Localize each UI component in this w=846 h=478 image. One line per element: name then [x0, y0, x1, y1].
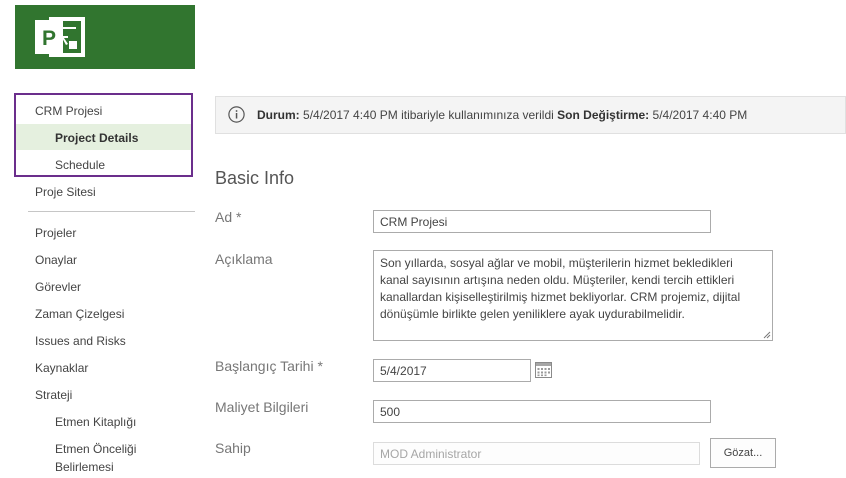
- nav-item-driver-prioritization-line1: Etmen Önceliği: [55, 442, 137, 456]
- svg-text:P: P: [42, 27, 56, 50]
- description-textarea[interactable]: Son yıllarda, sosyal ağlar ve mobil, müş…: [373, 250, 773, 341]
- nav-item-strategy[interactable]: Strateji: [35, 387, 72, 403]
- info-icon: [228, 106, 245, 123]
- owner-label: Sahip: [215, 440, 251, 456]
- nav-item-approvals[interactable]: Onaylar: [35, 252, 77, 268]
- start-date-label: Başlangıç Tarihi *: [215, 358, 323, 374]
- name-input[interactable]: CRM Projesi: [373, 210, 711, 233]
- nav-item-driver-prioritization[interactable]: Etmen Önceliği Belirlemesi: [55, 441, 136, 475]
- nav-project-name[interactable]: CRM Projesi: [35, 103, 102, 119]
- nav-divider: [28, 211, 195, 212]
- nav-item-driver-prioritization-line2: Belirlemesi: [55, 460, 114, 474]
- nav-schedule[interactable]: Schedule: [55, 157, 105, 173]
- status-label: Durum:: [257, 108, 300, 122]
- project-logo: P: [15, 5, 195, 69]
- cost-label: Maliyet Bilgileri: [215, 399, 309, 415]
- description-line-4: dönüşümle birlikte gelen yeniliklere aya…: [380, 307, 685, 321]
- section-title: Basic Info: [215, 168, 295, 188]
- last-modified-label: Son Değiştirme:: [557, 108, 650, 122]
- nav-project-site[interactable]: Proje Sitesi: [35, 184, 96, 200]
- owner-input[interactable]: MOD Administrator: [373, 442, 700, 465]
- nav-item-projects[interactable]: Projeler: [35, 225, 76, 241]
- calendar-icon[interactable]: [535, 362, 552, 378]
- nav-item-issues-risks[interactable]: Issues and Risks: [35, 333, 126, 349]
- nav-project-details[interactable]: Project Details: [55, 130, 138, 146]
- project-logo-icon: P: [35, 17, 85, 57]
- start-date-input[interactable]: 5/4/2017: [373, 359, 531, 382]
- description-line-3: kanallardan kişiselleştirilmiş hizmet be…: [380, 290, 741, 304]
- nav-item-tasks[interactable]: Görevler: [35, 279, 81, 295]
- nav-item-resources[interactable]: Kaynaklar: [35, 360, 88, 376]
- browse-button[interactable]: Gözat...: [710, 438, 776, 468]
- description-label: Açıklama: [215, 251, 273, 267]
- status-message: Durum: 5/4/2017 4:40 PM itibariyle kulla…: [257, 108, 747, 122]
- description-line-1: Son yıllarda, sosyal ağlar ve mobil, müş…: [380, 256, 733, 270]
- status-bar: Durum: 5/4/2017 4:40 PM itibariyle kulla…: [215, 96, 846, 134]
- status-value: 5/4/2017 4:40 PM itibariyle kullanımınız…: [303, 108, 554, 122]
- last-modified-value: 5/4/2017 4:40 PM: [652, 108, 748, 122]
- nav-item-timesheet[interactable]: Zaman Çizelgesi: [35, 306, 124, 322]
- description-line-2: kanal sayısının artışına neden oldu. Müş…: [380, 273, 735, 287]
- name-label: Ad *: [215, 209, 242, 225]
- resize-grip-icon[interactable]: [763, 331, 771, 339]
- nav-item-drivers-library[interactable]: Etmen Kitaplığı: [55, 414, 136, 430]
- cost-input[interactable]: 500: [373, 400, 711, 423]
